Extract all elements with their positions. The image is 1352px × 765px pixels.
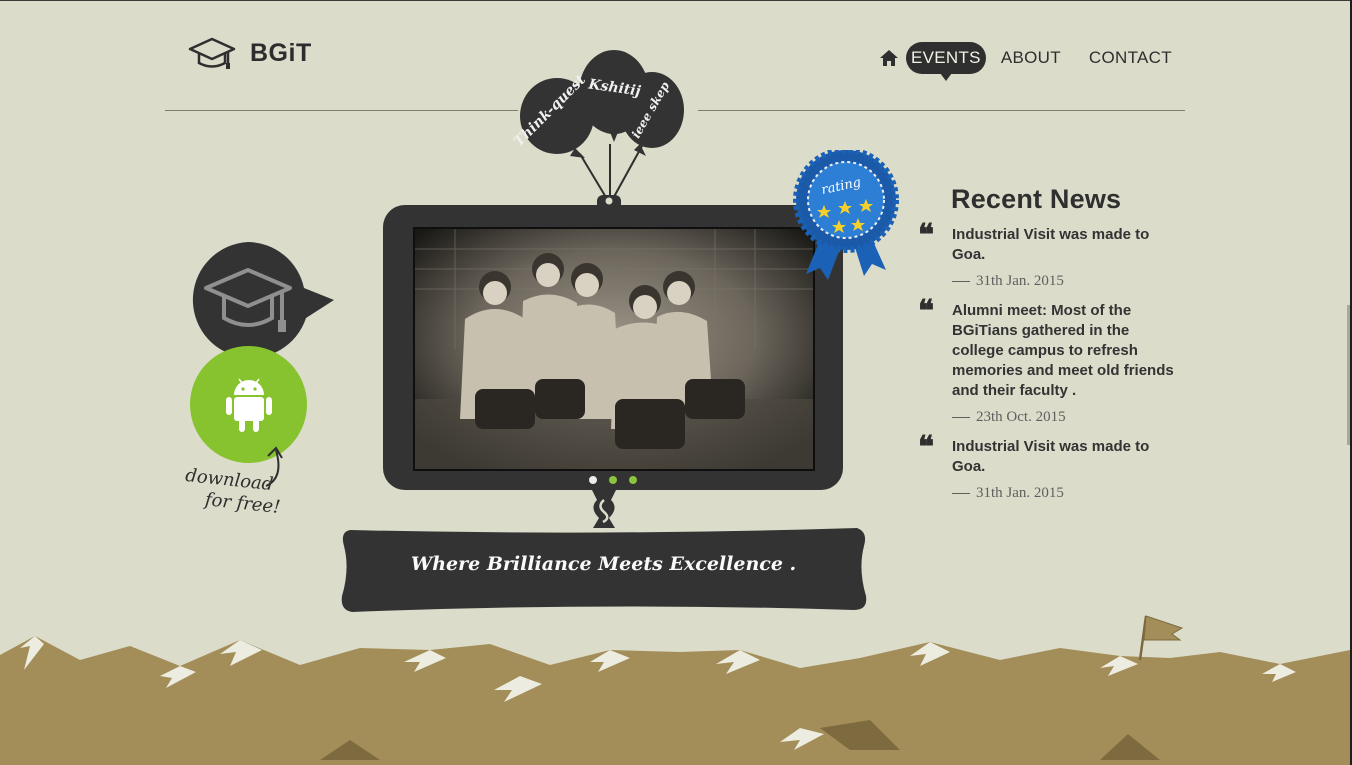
news-title[interactable]: Alumni meet: Most of the BGiTians gather…	[952, 301, 1180, 401]
news-title[interactable]: Industrial Visit was made to Goa.	[952, 437, 1180, 477]
news-date: 31th Jan. 2015	[952, 485, 1180, 502]
recent-news-heading: Recent News	[951, 184, 1122, 214]
tv-slider	[383, 205, 843, 490]
nav-contact[interactable]: CONTACT	[1084, 42, 1177, 74]
recent-news: Recent News ❝ Industrial Visit was made …	[918, 184, 1180, 513]
nav-events[interactable]: EVENTS	[906, 42, 986, 81]
scrollbar-thumb[interactable]	[1347, 305, 1350, 445]
slider-dot-1[interactable]	[589, 476, 597, 484]
slider-dot-2[interactable]	[609, 476, 617, 484]
quote-icon: ❝	[918, 430, 934, 465]
main-nav: EVENTS ABOUT CONTACT	[876, 42, 1177, 81]
slider-dot-3[interactable]	[629, 476, 637, 484]
news-date: 23th Oct. 2015	[952, 409, 1180, 426]
download-promo-text: download for free!	[182, 465, 284, 519]
slider-caption: Where Brilliance Meets Excellence .	[410, 553, 797, 575]
rating-ribbon: rating	[793, 150, 899, 280]
header-divider-right	[698, 110, 1185, 111]
flag-icon	[1138, 615, 1184, 661]
quote-icon: ❝	[918, 294, 934, 329]
balloons-graphic: Think-quest Kshitij ieee skep	[511, 50, 684, 205]
quote-icon: ❝	[918, 218, 934, 253]
news-item[interactable]: ❝ Industrial Visit was made to Goa. 31th…	[918, 433, 1180, 502]
nav-about[interactable]: ABOUT	[996, 42, 1066, 74]
slider-dots	[383, 476, 843, 484]
news-title[interactable]: Industrial Visit was made to Goa.	[952, 225, 1180, 265]
news-item[interactable]: ❝ Alumni meet: Most of the BGiTians gath…	[918, 297, 1180, 426]
window-top-border	[0, 0, 1352, 1]
home-icon[interactable]	[876, 42, 902, 74]
banner-knot	[591, 488, 617, 528]
header-divider-left	[165, 110, 518, 111]
logo-text: BGiT	[250, 38, 312, 67]
news-date: 31th Jan. 2015	[952, 273, 1180, 290]
group-photo-illustration	[415, 229, 813, 469]
mountains-footer	[0, 615, 1350, 765]
site-logo[interactable]: BGiT	[188, 36, 312, 70]
news-item[interactable]: ❝ Industrial Visit was made to Goa. 31th…	[918, 221, 1180, 290]
academics-bubble[interactable]	[190, 242, 336, 362]
slide-photo[interactable]	[413, 227, 815, 471]
graduation-cap-icon	[188, 37, 236, 69]
android-icon	[225, 378, 272, 432]
